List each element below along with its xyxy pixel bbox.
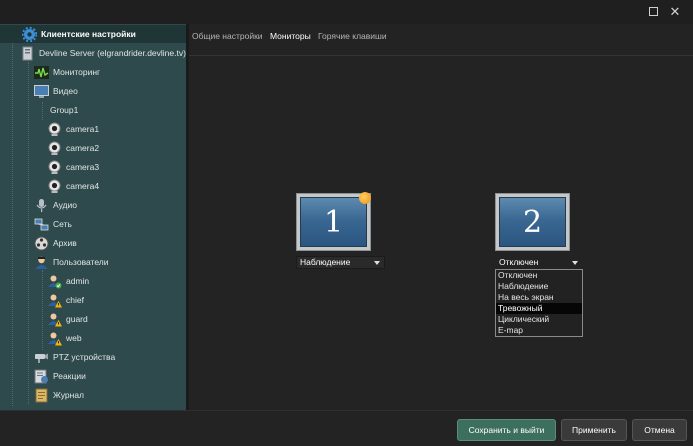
tree-item-video[interactable]: Видео: [34, 82, 78, 100]
tree-item-audio[interactable]: Аудио: [34, 196, 77, 214]
user-warning-icon: [47, 331, 62, 346]
webcam-icon: [47, 179, 62, 194]
server-icon: [20, 46, 35, 61]
monitor-2-screen: 2: [499, 197, 566, 247]
maximize-icon: [648, 7, 658, 16]
film-reel-icon: [34, 236, 49, 251]
monitor-1-screen: 1: [300, 197, 367, 247]
dropdown-option-fullscreen[interactable]: На весь экран: [496, 292, 582, 303]
gear-icon: [21, 26, 38, 42]
monitor-2-mode-select[interactable]: Отключен: [495, 256, 583, 269]
monitoring-icon: [34, 65, 49, 80]
tab-monitors[interactable]: Мониторы: [270, 31, 311, 41]
chevron-down-icon: [374, 261, 380, 265]
network-icon: [34, 217, 49, 232]
monitor-mode-dropdown: Отключен Наблюдение На весь экран Тревож…: [495, 269, 583, 337]
reactions-icon: [34, 369, 49, 384]
tab-general-settings[interactable]: Общие настройки: [192, 31, 263, 41]
dropdown-option-alarm[interactable]: Тревожный: [496, 303, 582, 314]
user-warning-icon: [47, 293, 62, 308]
tree-item-reactions[interactable]: Реакции: [34, 367, 86, 385]
tree-item-user-admin[interactable]: admin: [47, 272, 89, 290]
dialog-footer: Сохранить и выйти Применить Отмена: [0, 410, 693, 446]
user-ok-icon: [47, 274, 62, 289]
journal-icon: [34, 388, 49, 403]
tree-item-user-web[interactable]: web: [47, 329, 82, 347]
save-and-exit-button[interactable]: Сохранить и выйти: [457, 419, 556, 441]
apply-button[interactable]: Применить: [561, 419, 627, 441]
tree-item-journal[interactable]: Журнал: [34, 386, 84, 404]
maximize-button[interactable]: [644, 3, 662, 21]
tree-item-client-settings[interactable]: Клиентские настройки: [0, 25, 186, 43]
tree-item-user-guard[interactable]: guard: [47, 310, 88, 328]
dropdown-option-emap[interactable]: E-map: [496, 325, 582, 336]
cancel-button[interactable]: Отмена: [632, 419, 687, 441]
primary-monitor-badge-icon: [359, 192, 371, 204]
settings-panel: Общие настройки Мониторы Горячие клавиши…: [186, 24, 693, 410]
tree-item-camera3[interactable]: camera3: [47, 158, 99, 176]
dropdown-option-surveillance[interactable]: Наблюдение: [496, 281, 582, 292]
webcam-icon: [47, 122, 62, 137]
close-button[interactable]: ✕: [666, 3, 684, 21]
monitor-2[interactable]: 2: [495, 193, 570, 251]
webcam-icon: [47, 141, 62, 156]
monitor-1-mode-select[interactable]: Наблюдение: [296, 256, 385, 269]
tree-item-camera2[interactable]: camera2: [47, 139, 99, 157]
tree-item-group1[interactable]: Group1: [46, 101, 78, 119]
tree-item-users[interactable]: Пользователи: [34, 253, 108, 271]
tree-item-user-chief[interactable]: chief: [47, 291, 84, 309]
chevron-down-icon: [572, 261, 578, 265]
tab-hotkeys[interactable]: Горячие клавиши: [318, 31, 387, 41]
microphone-icon: [34, 198, 49, 213]
tab-bar: Общие настройки Мониторы Горячие клавиши: [189, 24, 693, 56]
tree-item-monitoring[interactable]: Мониторинг: [34, 63, 100, 81]
dropdown-option-disabled[interactable]: Отключен: [496, 270, 582, 281]
tree-item-server[interactable]: Devline Server (elgrandrider.devline.tv): [20, 44, 186, 62]
ptz-camera-icon: [34, 350, 49, 365]
title-bar: ✕: [0, 0, 693, 24]
dropdown-option-cyclic[interactable]: Циклический: [496, 314, 582, 325]
webcam-icon: [47, 160, 62, 175]
settings-tree: Клиентские настройки Devline Server (elg…: [0, 24, 186, 410]
video-monitor-icon: [34, 84, 49, 99]
users-icon: [34, 255, 49, 270]
tree-item-camera4[interactable]: camera4: [47, 177, 99, 195]
user-warning-icon: [47, 312, 62, 327]
tree-item-camera1[interactable]: camera1: [47, 120, 99, 138]
tree-item-archive[interactable]: Архив: [34, 234, 77, 252]
tree-item-ptz[interactable]: PTZ устройства: [34, 348, 115, 366]
tree-item-network[interactable]: Сеть: [34, 215, 72, 233]
